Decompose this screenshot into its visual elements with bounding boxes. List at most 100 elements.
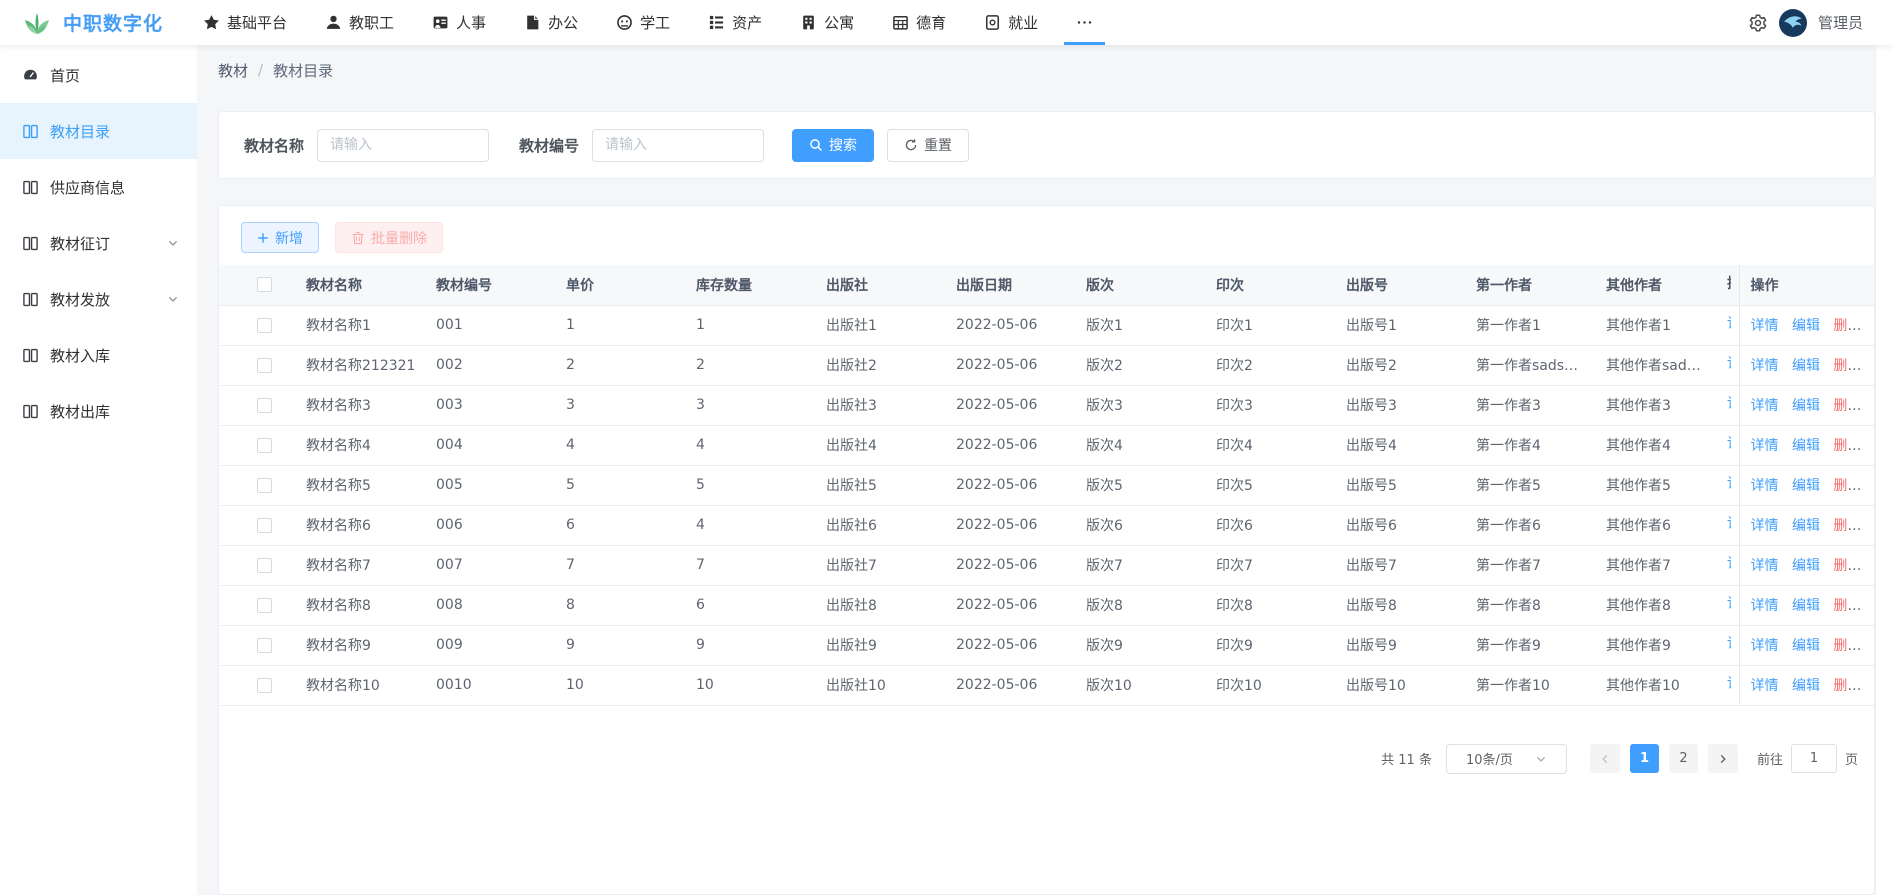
delete-link[interactable]: 删除 <box>1833 398 1861 414</box>
cell-stock: 7 <box>687 545 817 585</box>
sidebar-item[interactable]: 教材目录 <box>0 103 197 159</box>
prev-page-button[interactable] <box>1590 744 1620 773</box>
clipped-column <box>1727 505 1739 545</box>
edit-link[interactable]: 编辑 <box>1792 398 1820 414</box>
delete-link[interactable]: 删除 <box>1833 318 1861 334</box>
edit-link[interactable]: 编辑 <box>1792 518 1820 534</box>
gear-icon[interactable] <box>1748 13 1768 33</box>
row-checkbox[interactable] <box>257 358 272 373</box>
cell-edition: 版次2 <box>1077 345 1207 385</box>
row-checkbox[interactable] <box>257 518 272 533</box>
cell-other-authors: 其他作者5 <box>1597 465 1727 505</box>
clipped-column <box>1727 625 1739 665</box>
reset-button[interactable]: 重置 <box>887 129 969 162</box>
goto-page-input[interactable] <box>1791 744 1837 773</box>
nav-item[interactable]: 德育 <box>878 0 960 45</box>
edit-link[interactable]: 编辑 <box>1792 558 1820 574</box>
edit-link[interactable]: 编辑 <box>1792 478 1820 494</box>
col-header-actions: 操作 <box>1739 265 1874 305</box>
edit-link[interactable]: 编辑 <box>1792 678 1820 694</box>
delete-link[interactable]: 删除 <box>1833 558 1861 574</box>
search-button[interactable]: 搜索 <box>792 129 874 162</box>
page-size-select[interactable]: 10条/页 <box>1446 744 1567 774</box>
scrollbar-gutter[interactable] <box>1875 45 1893 895</box>
edit-link[interactable]: 编辑 <box>1792 318 1820 334</box>
row-checkbox[interactable] <box>257 318 272 333</box>
nav-item[interactable]: 办公 <box>510 0 592 45</box>
cell-other-authors: 其他作者7 <box>1597 545 1727 585</box>
nav-item[interactable]: 人事 <box>418 0 500 45</box>
detail-link[interactable]: 详情 <box>1751 678 1779 694</box>
nav-item[interactable]: 公寓 <box>786 0 868 45</box>
row-checkbox[interactable] <box>257 638 272 653</box>
sidebar-item[interactable]: 教材发放 <box>0 271 197 327</box>
table-row: 教材名称5 005 5 5 出版社5 2022-05-06 版次5 印次5 出版… <box>219 465 1874 505</box>
sidebar-item[interactable]: 教材征订 <box>0 215 197 271</box>
batch-delete-button[interactable]: 批量删除 <box>335 222 443 253</box>
detail-link[interactable]: 详情 <box>1751 398 1779 414</box>
delete-link[interactable]: 删除 <box>1833 478 1861 494</box>
clipped-column <box>1727 665 1739 705</box>
cell-price: 4 <box>557 425 687 465</box>
detail-link[interactable]: 详情 <box>1751 518 1779 534</box>
avatar[interactable] <box>1779 9 1807 37</box>
detail-link[interactable]: 详情 <box>1751 358 1779 374</box>
next-page-button[interactable] <box>1708 744 1738 773</box>
sidebar-item[interactable]: 教材入库 <box>0 327 197 383</box>
search-field-label-name: 教材名称 <box>244 135 304 156</box>
nav-item[interactable]: 基础平台 <box>189 0 301 45</box>
clipped-column <box>1727 465 1739 505</box>
row-checkbox[interactable] <box>257 398 272 413</box>
sidebar-item[interactable]: 首页 <box>0 47 197 103</box>
detail-link[interactable]: 详情 <box>1751 318 1779 334</box>
add-button[interactable]: 新增 <box>241 222 319 253</box>
cell-pub-no: 出版号2 <box>1337 345 1467 385</box>
row-checkbox[interactable] <box>257 438 272 453</box>
clipped-column <box>1727 345 1739 385</box>
nav-item[interactable]: 学工 <box>602 0 684 45</box>
page-1-button[interactable]: 1 <box>1630 744 1659 773</box>
nav-item[interactable] <box>1062 0 1107 45</box>
textbook-code-input[interactable] <box>592 129 764 162</box>
cell-name: 教材名称5 <box>297 465 427 505</box>
edit-link[interactable]: 编辑 <box>1792 638 1820 654</box>
nav-item[interactable]: 资产 <box>694 0 776 45</box>
detail-link[interactable]: 详情 <box>1751 558 1779 574</box>
detail-link[interactable]: 详情 <box>1751 638 1779 654</box>
cell-first-author: 第一作者9 <box>1467 625 1597 665</box>
breadcrumb-item-first[interactable]: 教材 <box>218 60 248 81</box>
nav-item[interactable]: 就业 <box>970 0 1052 45</box>
delete-link[interactable]: 删除 <box>1833 598 1861 614</box>
delete-link[interactable]: 删除 <box>1833 518 1861 534</box>
cell-publisher: 出版社1 <box>817 305 947 345</box>
chevron-down-icon <box>167 237 179 249</box>
row-checkbox[interactable] <box>257 678 272 693</box>
detail-link[interactable]: 详情 <box>1751 478 1779 494</box>
row-checkbox[interactable] <box>257 558 272 573</box>
select-all-checkbox[interactable] <box>257 277 272 292</box>
edit-link[interactable]: 编辑 <box>1792 358 1820 374</box>
delete-link[interactable]: 删除 <box>1833 638 1861 654</box>
edit-link[interactable]: 编辑 <box>1792 598 1820 614</box>
edit-link[interactable]: 编辑 <box>1792 438 1820 454</box>
textbook-name-input[interactable] <box>317 129 489 162</box>
detail-link[interactable]: 详情 <box>1751 438 1779 454</box>
cell-edition: 版次5 <box>1077 465 1207 505</box>
sidebar-item[interactable]: 教材出库 <box>0 383 197 439</box>
clipped-column <box>1727 425 1739 465</box>
nav-item[interactable]: 教职工 <box>311 0 408 45</box>
cell-name: 教材名称10 <box>297 665 427 705</box>
page-2-button[interactable]: 2 <box>1669 744 1698 773</box>
building-icon <box>800 14 817 31</box>
sidebar-item[interactable]: 供应商信息 <box>0 159 197 215</box>
table-panel: 新增 批量删除 教材名称 教材编号 <box>218 205 1875 895</box>
row-checkbox[interactable] <box>257 598 272 613</box>
cell-pub-no: 出版号4 <box>1337 425 1467 465</box>
delete-link[interactable]: 删除 <box>1833 678 1861 694</box>
file-icon <box>524 14 541 31</box>
delete-link[interactable]: 删除 <box>1833 358 1861 374</box>
book-icon <box>22 179 39 196</box>
delete-link[interactable]: 删除 <box>1833 438 1861 454</box>
detail-link[interactable]: 详情 <box>1751 598 1779 614</box>
row-checkbox[interactable] <box>257 478 272 493</box>
